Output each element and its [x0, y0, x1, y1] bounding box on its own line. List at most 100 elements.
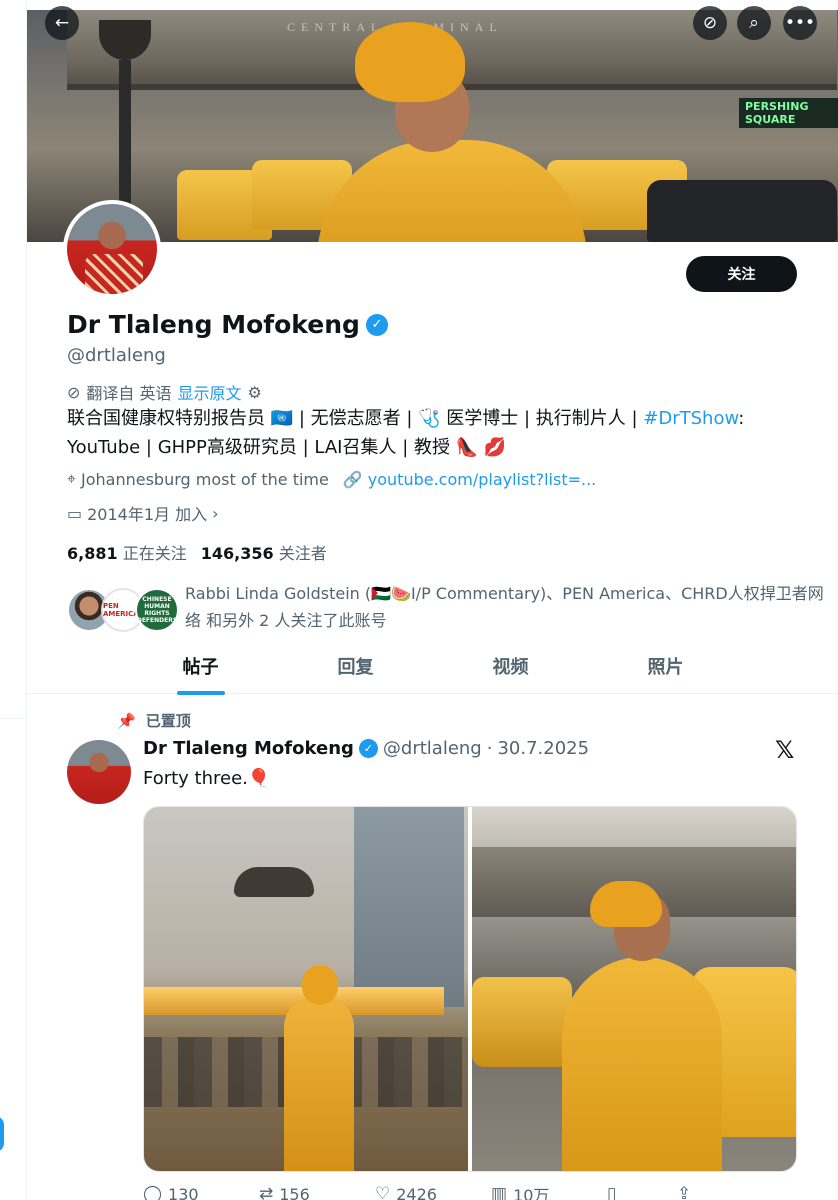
share-button[interactable]: ⇪ [677, 1182, 717, 1200]
tab-label: 回复 [337, 657, 374, 678]
verified-badge-icon[interactable]: ✓ [358, 739, 378, 758]
post-avatar[interactable] [67, 740, 131, 804]
post-separator: · [486, 738, 493, 759]
active-tab-indicator [177, 691, 225, 695]
post-text: Forty three.🎈 [143, 768, 271, 789]
location-item: ⌖ Johannesburg most of the time [67, 469, 329, 489]
tab-videos[interactable]: 视频 [433, 646, 588, 693]
followers-stat[interactable]: 146,356 关注者 [201, 540, 327, 564]
profile-tabs: 帖子 回复 视频 照片 [27, 646, 838, 695]
followed-by-section[interactable]: PEN AMERICA CHINESE HUMAN RIGHTS DEFENDE… [67, 580, 827, 634]
post-photo[interactable] [472, 807, 796, 1171]
joined-text: 2014年1月 加入 [87, 505, 208, 524]
name-row: Dr Tlaleng Mofokeng ✓ [67, 310, 388, 339]
following-label: 正在关注 [122, 544, 187, 563]
pinned-label: 已置顶 [145, 712, 191, 730]
banner-sign: PERSHING SQUARE [739, 98, 838, 128]
avatar-scarf [85, 254, 143, 294]
bio-line1: 联合国健康权特别报告员 🇺🇳 | 无偿志愿者 | 🩺 医学博士 | 执行制片人 … [67, 408, 644, 429]
bio-hashtag-link[interactable]: #DrTShow [643, 408, 738, 429]
reply-button[interactable]: ◯ 130 [143, 1182, 259, 1200]
repost-count: 156 [279, 1184, 310, 1200]
post-author-name[interactable]: Dr Tlaleng Mofokeng [143, 738, 354, 759]
website-item[interactable]: 🔗 youtube.com/playlist?list=... [343, 470, 596, 489]
followed-by-text: Rabbi Linda Goldstein (🇵🇸🍉I/P Commentary… [185, 584, 824, 630]
bio-line2: YouTube | GHPP高级研究员 | LAI召集人 | 教授 👠 💋 [67, 437, 507, 458]
post-header: Dr Tlaleng Mofokeng ✓ @drtlaleng · 30.7.… [143, 738, 589, 759]
views-count: 10万 [513, 1186, 550, 1200]
repost-button[interactable]: ⇄ 156 [259, 1182, 375, 1200]
profile-main: CENTRAL TERMINAL PERSHING SQUARE ← ⊘ ⌕ •… [27, 0, 838, 1200]
search-icon: ⌕ [749, 13, 759, 33]
translate-button[interactable]: ⊘ [693, 6, 727, 40]
link-icon: 🔗 [342, 469, 363, 489]
reply-icon: ◯ [143, 1184, 163, 1200]
joined-row[interactable]: ▭ 2014年1月 加入 › [67, 501, 219, 525]
tab-label: 视频 [492, 657, 529, 678]
display-name: Dr Tlaleng Mofokeng [67, 310, 360, 339]
tab-posts[interactable]: 帖子 [123, 646, 278, 695]
heart-icon: ♡ [375, 1184, 391, 1200]
x-logo-icon: 𝕏 [775, 736, 795, 764]
followers-label: 关注者 [278, 544, 327, 563]
compose-fab-edge[interactable] [0, 1116, 4, 1152]
more-icon: ••• [784, 13, 816, 33]
bio-line1-end: : [738, 408, 745, 429]
verified-badge-icon[interactable]: ✓ [365, 313, 388, 336]
pinned-indicator: 📌 已置顶 [117, 710, 191, 731]
photo-person-dress [562, 957, 722, 1171]
profile-banner[interactable]: CENTRAL TERMINAL PERSHING SQUARE [27, 10, 838, 242]
followers-count: 146,356 [200, 544, 274, 563]
repost-icon: ⇄ [259, 1184, 274, 1200]
like-button[interactable]: ♡ 2426 [375, 1182, 491, 1200]
photo-person-head [302, 965, 338, 1005]
tab-label: 照片 [647, 657, 684, 678]
translate-settings-icon[interactable]: ⚙ [248, 383, 262, 402]
photo-eagle-statue [234, 867, 314, 897]
photo-tower [354, 807, 464, 1007]
show-original-link[interactable]: 显示原文 [178, 380, 242, 404]
like-count: 2426 [396, 1184, 437, 1200]
back-button[interactable]: ← [45, 6, 79, 40]
tab-replies[interactable]: 回复 [278, 646, 433, 693]
photo-person-headwrap [590, 881, 662, 927]
chevron-right-icon: › [212, 503, 219, 523]
translate-icon: ⊘ [702, 13, 718, 33]
pin-icon: 📌 [117, 711, 136, 730]
photo-person-dress [284, 997, 354, 1171]
tab-label: 帖子 [182, 657, 219, 678]
post-date[interactable]: 30.7.2025 [497, 738, 589, 759]
follower-avatar: CHINESE HUMAN RIGHTS DEFENDERS [135, 588, 179, 632]
views-button[interactable]: ▥ 10万 [491, 1182, 607, 1200]
post-actions: ◯ 130 ⇄ 156 ♡ 2426 ▥ 10万 ▯ ⇪ [143, 1182, 723, 1200]
profile-meta-row: ⌖ Johannesburg most of the time 🔗 youtub… [67, 469, 596, 489]
post-photo[interactable] [144, 807, 468, 1171]
share-icon: ⇪ [677, 1184, 692, 1200]
photo-taxi [472, 977, 572, 1067]
banner-person-headwrap [355, 22, 465, 102]
profile-handle: @drtlaleng [67, 345, 166, 366]
post-author-handle[interactable]: @drtlaleng [383, 738, 482, 759]
left-rail-divider [0, 718, 27, 719]
follow-stats: 6,881 正在关注 146,356 关注者 [67, 540, 327, 564]
location-pin-icon: ⌖ [67, 469, 77, 488]
banner-person-dress [317, 140, 587, 242]
translate-row: ⊘ 翻译自 英语 显示原文 ⚙ [67, 380, 262, 404]
translate-small-icon: ⊘ [67, 382, 81, 402]
back-arrow-icon: ← [54, 13, 70, 33]
reply-count: 130 [168, 1184, 199, 1200]
bookmark-icon: ▯ [607, 1184, 617, 1200]
profile-bio: 联合国健康权特别报告员 🇺🇳 | 无偿志愿者 | 🩺 医学博士 | 执行制片人 … [67, 404, 827, 462]
search-button[interactable]: ⌕ [737, 6, 771, 40]
bookmark-button[interactable]: ▯ [607, 1182, 677, 1200]
more-button[interactable]: ••• [783, 6, 817, 40]
following-count: 6,881 [67, 544, 118, 563]
profile-avatar[interactable] [63, 200, 161, 298]
website-link[interactable]: youtube.com/playlist?list=... [368, 470, 597, 489]
translate-label: 翻译自 英语 [86, 384, 172, 403]
tab-photos[interactable]: 照片 [588, 646, 743, 693]
following-stat[interactable]: 6,881 正在关注 [67, 540, 187, 564]
location-text: Johannesburg most of the time [81, 469, 329, 489]
follow-button[interactable]: 关注 [686, 256, 797, 292]
views-icon: ▥ [491, 1184, 508, 1200]
